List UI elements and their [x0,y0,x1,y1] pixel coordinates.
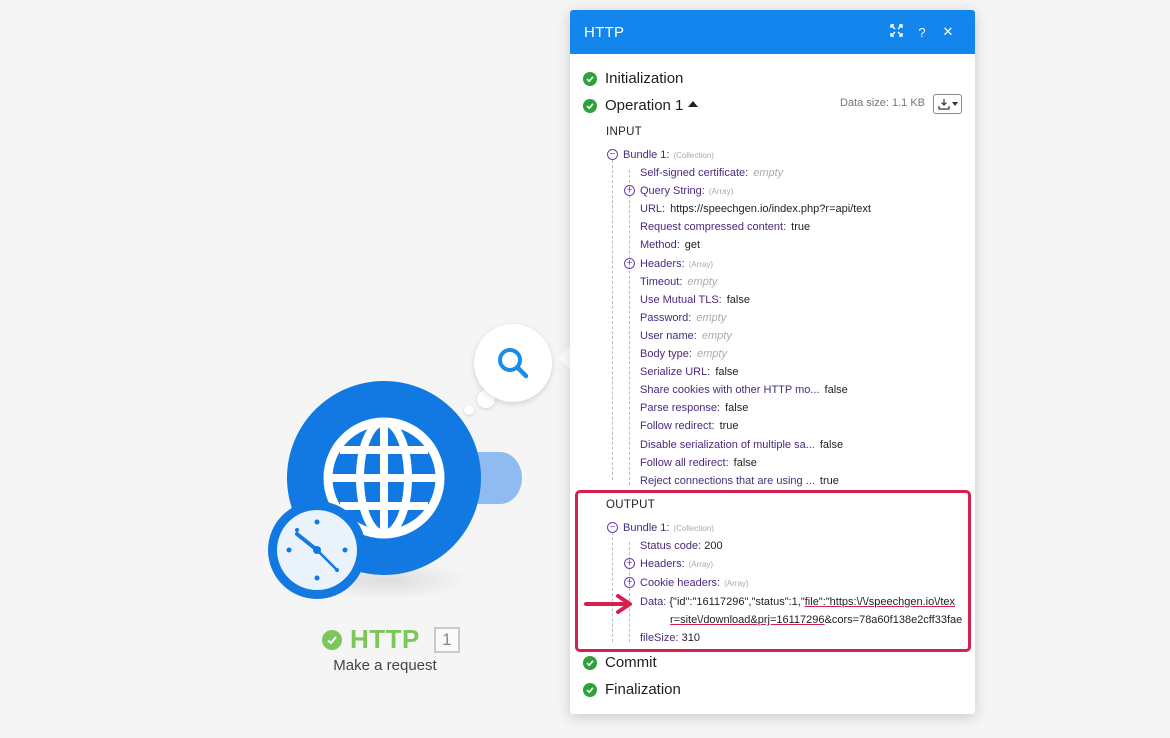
collapse-toggle-icon[interactable]: − [607,149,618,160]
schedule-clock[interactable] [268,501,366,599]
section-label: Operation 1 [605,97,684,114]
section-commit[interactable]: Commit [583,654,657,671]
input-field-row: Follow redirect: true [640,420,739,432]
expand-toggle-icon[interactable]: + [624,185,635,196]
input-field-row: Share cookies with other HTTP mo... false [640,384,848,396]
output-filesize: fileSize: 310 [640,632,700,644]
collapse-caret-icon[interactable] [688,101,699,107]
input-label: INPUT [606,126,642,138]
download-button[interactable] [933,94,962,114]
panel-header: HTTP ? ✕ [570,10,975,54]
chevron-down-icon [951,102,958,106]
tree-guide [629,170,630,485]
input-field-row: Body type: empty [640,348,727,360]
module-connector[interactable] [478,452,522,504]
output-data-continued: r=site\/download&prj=16117296&cors=78a60… [670,614,962,626]
input-field-row: Follow all redirect: false [640,457,757,469]
input-field-row: Use Mutual TLS: false [640,294,750,306]
search-icon [498,348,529,379]
input-field-row: Disable serialization of multiple sa... f… [640,439,844,451]
download-icon [937,99,950,110]
input-field-row[interactable]: Query String: (Array) [640,183,733,199]
section-label: Finalization [605,681,681,698]
output-headers[interactable]: Headers: (Array) [640,556,713,572]
input-field-row: Parse response: false [640,402,749,414]
output-data[interactable]: Data: {"id":"16117296","status":1,"file"… [640,594,962,610]
input-field-row: Reject connections that are using ... tru… [640,475,839,487]
section-label: Commit [605,654,657,671]
input-field-row: Password: empty [640,312,727,324]
collapse-toggle-icon[interactable]: − [607,522,618,533]
execution-inspector-panel: HTTP ? ✕ Initialization Operation 1 Data… [570,10,975,714]
success-check-icon [583,682,597,697]
input-field-row: Serialize URL: false [640,366,739,378]
section-label: Initialization [605,70,684,87]
success-check-icon [583,655,597,670]
output-label: OUTPUT [606,499,656,511]
input-field-row: Self-signed certificate: empty [640,167,784,179]
output-cookie-headers[interactable]: Cookie headers: (Array) [640,575,749,591]
input-field-row: Request compressed content: true [640,221,811,233]
data-size: Data size: 1.1 KB [840,97,925,109]
module-title-row: HTTP 1 [322,624,460,655]
inspect-bubble[interactable] [474,324,552,402]
tree-guide [612,160,613,480]
output-status-code: Status code: 200 [640,540,723,552]
expand-toggle-icon[interactable]: + [624,558,635,569]
success-check-icon [322,629,342,650]
section-operation-1[interactable]: Operation 1 [583,97,699,114]
input-bundle[interactable]: Bundle 1: (Collection) [623,147,714,163]
tree-guide [612,532,613,642]
close-icon[interactable]: ✕ [935,24,961,40]
input-field-row: Method: get [640,239,701,251]
operation-count-badge[interactable]: 1 [433,626,460,653]
section-finalization[interactable]: Finalization [583,681,681,698]
panel-title: HTTP [584,23,625,41]
help-icon[interactable]: ? [909,25,935,40]
expand-toggle-icon[interactable]: + [624,577,635,588]
success-check-icon [583,71,597,86]
arrow-pointer-icon [584,594,632,614]
module-subtitle: Make a request [333,657,437,674]
input-field-row: Timeout: empty [640,276,718,288]
module-title: HTTP [350,624,420,654]
output-bundle[interactable]: Bundle 1: (Collection) [623,520,714,536]
tree-guide [629,542,630,642]
thought-bubble-small [464,405,474,415]
expand-toggle-icon[interactable]: + [624,258,635,269]
input-field-row: URL: https://speechgen.io/index.php?r=api… [640,203,871,215]
section-initialization[interactable]: Initialization [583,70,683,87]
input-field-row[interactable]: Headers: (Array) [640,256,713,272]
success-check-icon [583,98,597,113]
input-field-row: User name: empty [640,330,732,342]
expand-icon[interactable] [883,24,909,40]
clock-icon [277,510,357,590]
